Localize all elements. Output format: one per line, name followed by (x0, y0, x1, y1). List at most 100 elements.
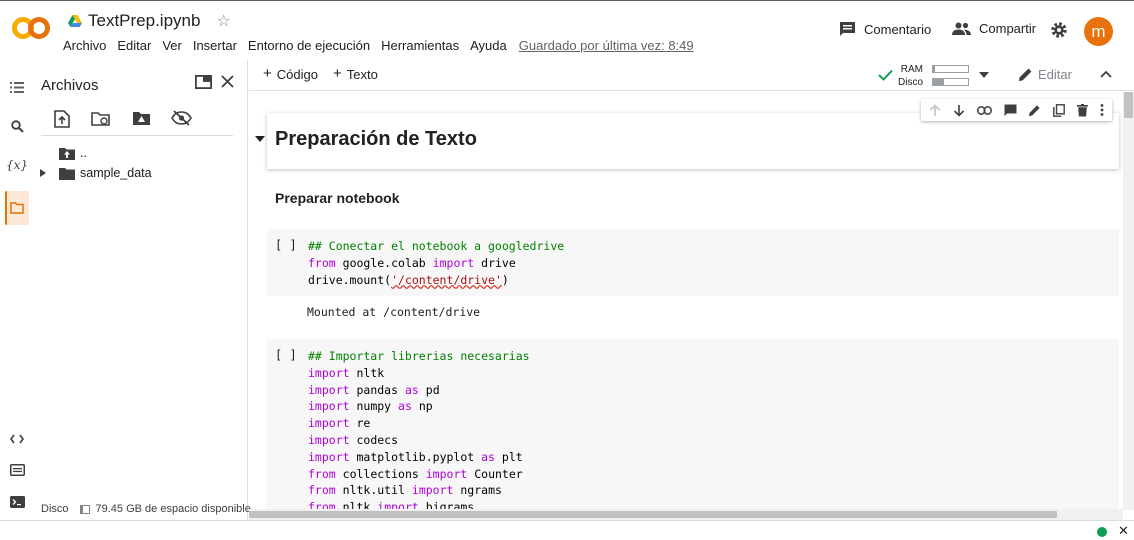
tree-item-label: sample_data (80, 166, 152, 180)
star-icon[interactable]: ☆ (216, 11, 230, 31)
comment-button[interactable]: Comentario (839, 21, 931, 37)
run-cell-button[interactable]: [ ] (275, 348, 297, 362)
scroll-thumb[interactable] (249, 511, 1057, 518)
add-text-button[interactable]: + Texto (333, 65, 378, 82)
module-name: nltk.util (342, 483, 405, 498)
close-icon[interactable] (221, 75, 234, 88)
edit-button[interactable]: Editar (1018, 67, 1072, 82)
module-name: numpy (356, 399, 392, 414)
notebook-name[interactable]: TextPrep.ipynb (88, 11, 200, 31)
avatar[interactable]: m (1084, 17, 1113, 46)
module-name: pandas (356, 382, 399, 397)
code-snippets-icon[interactable] (8, 430, 26, 448)
delete-icon[interactable] (1077, 103, 1089, 117)
keyword: as (481, 449, 495, 464)
colab-logo[interactable]: CO (12, 15, 50, 41)
side-rail: {x} (0, 60, 32, 520)
terminal-icon[interactable] (8, 493, 26, 511)
folder-icon[interactable] (8, 199, 26, 217)
keyword: as (404, 382, 419, 397)
move-down-icon[interactable] (953, 104, 965, 117)
link-icon[interactable] (976, 105, 992, 115)
menu-herramientas[interactable]: Herramientas (381, 38, 459, 53)
saved-status-link[interactable]: Guardado por última vez: 8:49 (519, 38, 694, 53)
menu-ayuda[interactable]: Ayuda (470, 38, 507, 53)
code-comment: ## Importar librerias necesarias (308, 349, 530, 363)
module-name: nltk (356, 365, 385, 380)
files-panel: Archivos .. sample_data Disco 79.45 GB d… (32, 60, 251, 520)
menu-insertar[interactable]: Insertar (193, 38, 237, 53)
command-palette-icon[interactable] (8, 461, 26, 479)
menu-ver[interactable]: Ver (162, 38, 182, 53)
code-editor[interactable]: ## Importar librerias necesarias import … (308, 348, 530, 510)
variables-icon[interactable]: {x} (6, 156, 28, 174)
search-icon[interactable] (8, 117, 26, 135)
ram-usage-bar (932, 65, 969, 73)
heading-1: Preparación de Texto (275, 128, 477, 150)
keyword: from (308, 255, 336, 270)
edit-label: Editar (1038, 67, 1072, 82)
code-editor[interactable]: ## Conectar el notebook a googledrive fr… (308, 238, 564, 288)
comment-cell-icon[interactable] (1004, 104, 1017, 117)
collapse-section-icon[interactable] (255, 136, 265, 142)
keyword: import (308, 365, 350, 380)
hide-files-icon[interactable] (171, 110, 192, 126)
more-vert-icon[interactable] (1100, 104, 1104, 116)
status-ok-icon[interactable] (1097, 527, 1107, 537)
tree-item-parent[interactable]: .. (59, 146, 87, 160)
files-panel-title: Archivos (41, 77, 99, 94)
add-code-label: Código (276, 67, 318, 82)
gear-icon (1050, 21, 1068, 39)
comment-label: Comentario (864, 21, 932, 37)
vertical-scrollbar[interactable] (1123, 92, 1134, 510)
open-in-tab-icon[interactable] (195, 75, 212, 89)
close-icon[interactable]: ✕ (1118, 523, 1129, 539)
refresh-folder-icon[interactable] (91, 111, 111, 127)
move-up-icon[interactable] (929, 103, 941, 117)
disk-usage-footer: Disco 79.45 GB de espacio disponible (41, 503, 251, 515)
table-of-contents-icon[interactable] (8, 78, 26, 96)
add-code-button[interactable]: + Código (263, 65, 318, 82)
disk-usage-bar (932, 78, 969, 86)
share-label: Compartir (979, 21, 1037, 36)
connected-check-icon (878, 69, 893, 81)
keyword: import (425, 466, 468, 481)
folder-icon (59, 167, 75, 180)
tree-item-label: .. (80, 146, 87, 160)
notebook-title: TextPrep.ipynb ☆ (68, 11, 231, 31)
menu-archivo[interactable]: Archivo (63, 38, 106, 53)
code-cell-2[interactable]: [ ] ## Importar librerias necesarias imp… (267, 339, 1119, 510)
plus-icon: + (263, 65, 272, 82)
share-button[interactable]: Compartir (952, 21, 1036, 36)
disk-label: Disco (41, 503, 69, 515)
runtime-dropdown-icon[interactable] (979, 72, 989, 78)
status-bar: ✕ (0, 520, 1134, 540)
module-name: re (356, 416, 371, 431)
module-name: google.colab (342, 255, 426, 270)
import-name: ngrams (460, 483, 502, 498)
horizontal-scrollbar[interactable] (249, 509, 1123, 520)
menu-bar: Archivo Editar Ver Insertar Entorno de e… (63, 38, 705, 53)
resource-labels[interactable]: RAM Disco (898, 63, 923, 89)
scroll-thumb[interactable] (1124, 92, 1133, 118)
caret-right-icon[interactable] (40, 169, 54, 177)
module-name: collections (342, 466, 419, 481)
keyword: import (432, 255, 475, 270)
collapse-header-icon[interactable] (1100, 70, 1112, 78)
keyword: import (308, 416, 350, 431)
upload-file-icon[interactable] (54, 110, 70, 128)
mount-drive-icon[interactable] (132, 111, 151, 126)
keyword: from (308, 483, 336, 498)
tree-item-sample-data[interactable]: sample_data (40, 166, 152, 180)
mirror-cell-icon[interactable] (1053, 103, 1066, 117)
folder-up-icon (59, 147, 75, 160)
edit-cell-icon[interactable] (1028, 104, 1041, 117)
settings-button[interactable] (1050, 21, 1068, 39)
drive-icon (68, 15, 82, 27)
code-cell-1[interactable]: [ ] ## Conectar el notebook a googledriv… (267, 229, 1119, 296)
keyword: import (308, 432, 350, 447)
run-cell-button[interactable]: [ ] (275, 238, 297, 252)
menu-entorno[interactable]: Entorno de ejecución (248, 38, 370, 53)
disk-label: Disco (898, 77, 924, 88)
menu-editar[interactable]: Editar (117, 38, 151, 53)
